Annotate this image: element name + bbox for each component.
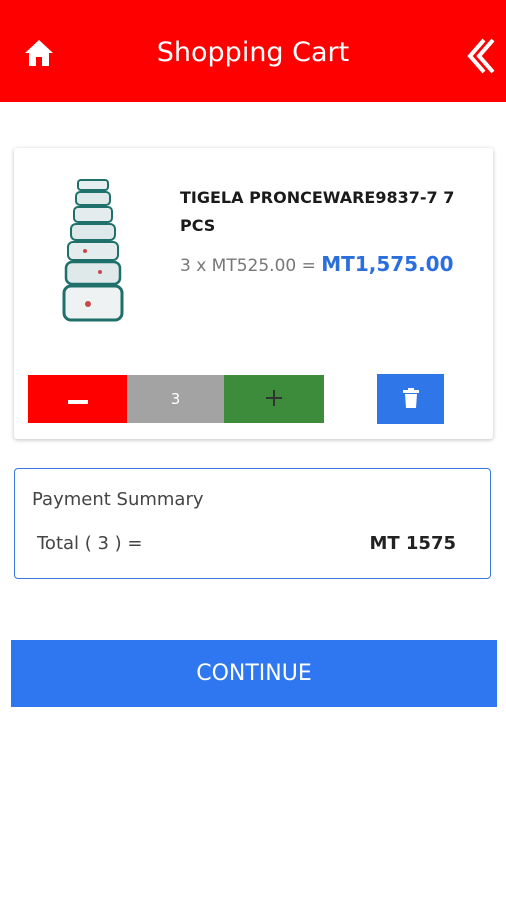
plus-icon xyxy=(266,389,282,406)
product-name: TIGELA PRONCEWARE9837-7 7 PCS xyxy=(180,188,455,235)
cart-item-card: TIGELA PRONCEWARE9837-7 7 PCS 3 x MT525.… xyxy=(14,148,493,439)
payment-summary-box: Payment Summary Total ( 3 ) = MT 1575 xyxy=(14,468,491,579)
price-line: 3 x MT525.00 = MT1,575.00 xyxy=(180,252,454,276)
back-button[interactable] xyxy=(464,36,496,76)
quantity-value: 3 xyxy=(127,375,224,423)
payment-summary-title: Payment Summary xyxy=(32,489,204,510)
total-label: Total ( 3 ) = xyxy=(37,533,143,554)
stacked-bowls-product-image xyxy=(62,179,124,322)
decrease-quantity-button[interactable] xyxy=(28,375,127,423)
trash-icon xyxy=(402,387,419,408)
unit-price-text: 3 x MT525.00 = xyxy=(180,256,322,276)
minus-icon xyxy=(67,399,88,404)
total-value: MT 1575 xyxy=(369,533,456,554)
increase-quantity-button[interactable] xyxy=(224,375,324,423)
double-chevron-left-icon xyxy=(467,38,495,74)
delete-item-button[interactable] xyxy=(377,374,444,424)
continue-button[interactable]: CONTINUE xyxy=(11,640,497,707)
line-total: MT1,575.00 xyxy=(321,252,454,276)
page-title: Shopping Cart xyxy=(156,37,350,68)
app-header: Shopping Cart xyxy=(0,0,506,102)
